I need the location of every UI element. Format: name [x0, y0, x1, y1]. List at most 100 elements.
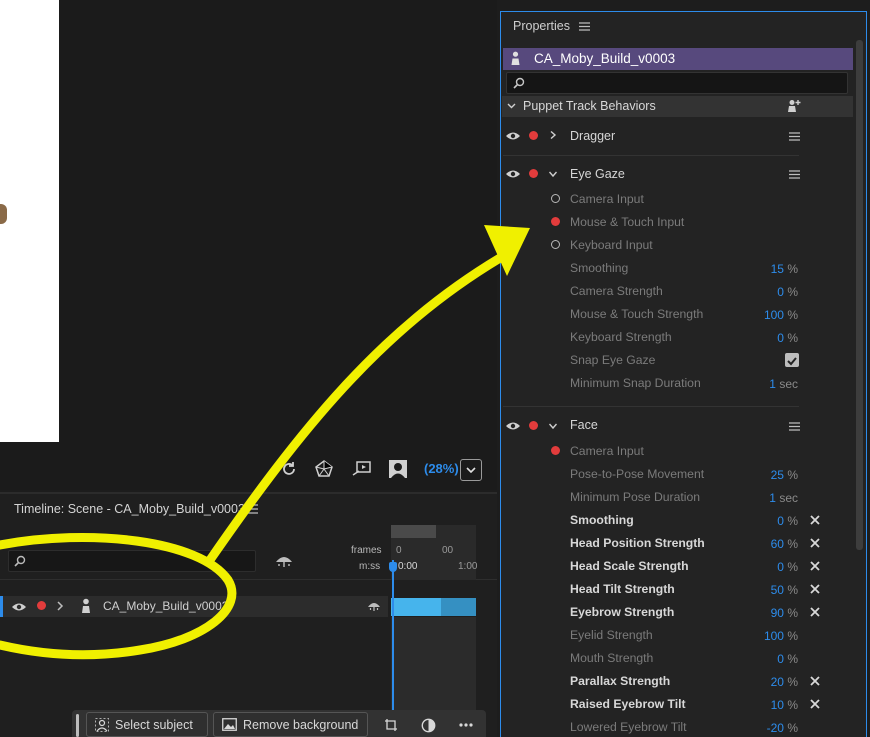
timeline-menu-icon[interactable] — [246, 504, 258, 514]
track-bar-extension[interactable] — [441, 598, 476, 616]
record-arm-icon[interactable] — [529, 169, 538, 178]
image-icon — [222, 718, 237, 731]
behavior-divider — [503, 155, 799, 156]
select-subject-button[interactable]: Select subject — [86, 712, 208, 737]
checkmark-icon — [787, 357, 797, 366]
behavior-menu-icon[interactable] — [789, 170, 800, 179]
playhead-handle[interactable] — [389, 562, 397, 572]
input-label: Camera Input — [570, 444, 644, 458]
timeline-search-input[interactable] — [8, 550, 256, 572]
param-label: Eyelid Strength — [570, 628, 653, 642]
properties-search-input[interactable] — [506, 72, 848, 94]
stage-canvas[interactable] — [0, 0, 59, 442]
eye-icon[interactable] — [11, 602, 27, 612]
crop-icon[interactable] — [382, 716, 400, 734]
param-value[interactable]: 1 sec — [738, 377, 798, 391]
param-label: Minimum Pose Duration — [570, 490, 701, 504]
reset-value-icon[interactable] — [809, 698, 821, 710]
chevron-down-icon[interactable] — [549, 422, 557, 430]
param-value[interactable]: -20 % — [738, 721, 798, 735]
param-label: Minimum Snap Duration — [570, 376, 701, 390]
taskbar-grip[interactable] — [76, 714, 79, 737]
record-arm-icon[interactable] — [529, 421, 538, 430]
snap-eye-gaze-checkbox[interactable] — [785, 353, 799, 367]
param-label: Parallax Strength — [570, 674, 671, 688]
properties-scrollbar[interactable] — [856, 40, 863, 550]
param-label: Raised Eyebrow Tilt — [570, 697, 686, 711]
input-label: Camera Input — [570, 192, 644, 206]
person-select-icon — [95, 717, 109, 732]
ruler-time-label: 0:00 — [398, 561, 418, 572]
param-value[interactable]: 0 % — [738, 652, 798, 666]
reset-value-icon[interactable] — [809, 514, 821, 526]
puppet-artwork — [0, 204, 7, 224]
puppet-behaviors-icon[interactable] — [367, 601, 381, 612]
param-label: Smoothing — [570, 261, 629, 275]
camera-input-indicator — [551, 446, 560, 455]
param-value[interactable]: 25 % — [738, 468, 798, 482]
param-value[interactable]: 0 % — [738, 560, 798, 574]
behavior-name-eye-gaze: Eye Gaze — [570, 167, 625, 181]
track-name[interactable]: CA_Moby_Build_v0003 — [103, 599, 228, 613]
search-icon — [14, 555, 26, 567]
zoom-level[interactable]: (28%) — [424, 461, 459, 476]
behavior-divider — [503, 406, 799, 407]
param-value[interactable]: 10 % — [738, 698, 798, 712]
reset-value-icon[interactable] — [809, 560, 821, 572]
ruler-time-label: 1:00 — [458, 561, 478, 572]
add-behavior-icon[interactable] — [787, 99, 801, 113]
replay-icon[interactable] — [351, 458, 373, 480]
puppet-track-filter-icon[interactable] — [275, 553, 293, 572]
behavior-menu-icon[interactable] — [789, 422, 800, 431]
refresh-icon[interactable] — [278, 458, 300, 480]
param-value[interactable]: 100 % — [738, 629, 798, 643]
ruler-frame-label: 0 — [396, 545, 402, 556]
camera-view-icon[interactable] — [387, 458, 409, 480]
keyboard-input-radio[interactable] — [551, 240, 560, 249]
chevron-right-icon[interactable] — [549, 131, 557, 139]
mouse-touch-input-radio[interactable] — [551, 217, 560, 226]
param-value[interactable]: 0 % — [738, 285, 798, 299]
param-value[interactable]: 0 % — [738, 514, 798, 528]
remove-background-button[interactable]: Remove background — [213, 712, 368, 737]
chevron-down-icon[interactable] — [507, 103, 516, 109]
time-format-label: m:ss — [359, 561, 381, 572]
adjustment-icon[interactable] — [419, 716, 437, 734]
chevron-right-icon[interactable] — [56, 601, 64, 611]
record-arm-icon[interactable] — [37, 601, 46, 610]
param-value[interactable]: 100 % — [738, 308, 798, 322]
physics-icon[interactable] — [313, 458, 335, 480]
param-value[interactable]: 15 % — [738, 262, 798, 276]
param-value[interactable]: 50 % — [738, 583, 798, 597]
reset-value-icon[interactable] — [809, 537, 821, 549]
eye-icon[interactable] — [505, 169, 521, 179]
eye-icon[interactable] — [505, 421, 521, 431]
eye-icon[interactable] — [505, 131, 521, 141]
param-value[interactable]: 90 % — [738, 606, 798, 620]
param-value[interactable]: 60 % — [738, 537, 798, 551]
behavior-name-dragger: Dragger — [570, 129, 616, 143]
zoom-dropdown-button[interactable] — [460, 459, 482, 481]
reset-value-icon[interactable] — [809, 606, 821, 618]
param-value[interactable]: 0 % — [738, 331, 798, 345]
more-options-icon[interactable] — [457, 716, 475, 734]
param-label: Lowered Eyebrow Tilt — [570, 720, 687, 734]
param-label: Mouse & Touch Strength — [570, 307, 704, 321]
panel-menu-icon[interactable] — [579, 22, 590, 31]
record-arm-icon[interactable] — [529, 131, 538, 140]
puppet-icon — [511, 51, 520, 65]
camera-input-radio[interactable] — [551, 194, 560, 203]
param-value[interactable]: 1 sec — [738, 491, 798, 505]
reset-value-icon[interactable] — [809, 675, 821, 687]
param-label: Head Tilt Strength — [570, 582, 675, 596]
reset-value-icon[interactable] — [809, 583, 821, 595]
work-area-bar[interactable] — [391, 525, 436, 538]
input-label: Keyboard Input — [570, 238, 653, 252]
puppet-name: CA_Moby_Build_v0003 — [534, 51, 676, 66]
param-value[interactable]: 20 % — [738, 675, 798, 689]
behavior-menu-icon[interactable] — [789, 132, 800, 141]
chevron-down-icon[interactable] — [549, 170, 557, 178]
input-label: Mouse & Touch Input — [570, 215, 685, 229]
param-label: Camera Strength — [570, 284, 663, 298]
properties-title: Properties — [513, 19, 570, 33]
